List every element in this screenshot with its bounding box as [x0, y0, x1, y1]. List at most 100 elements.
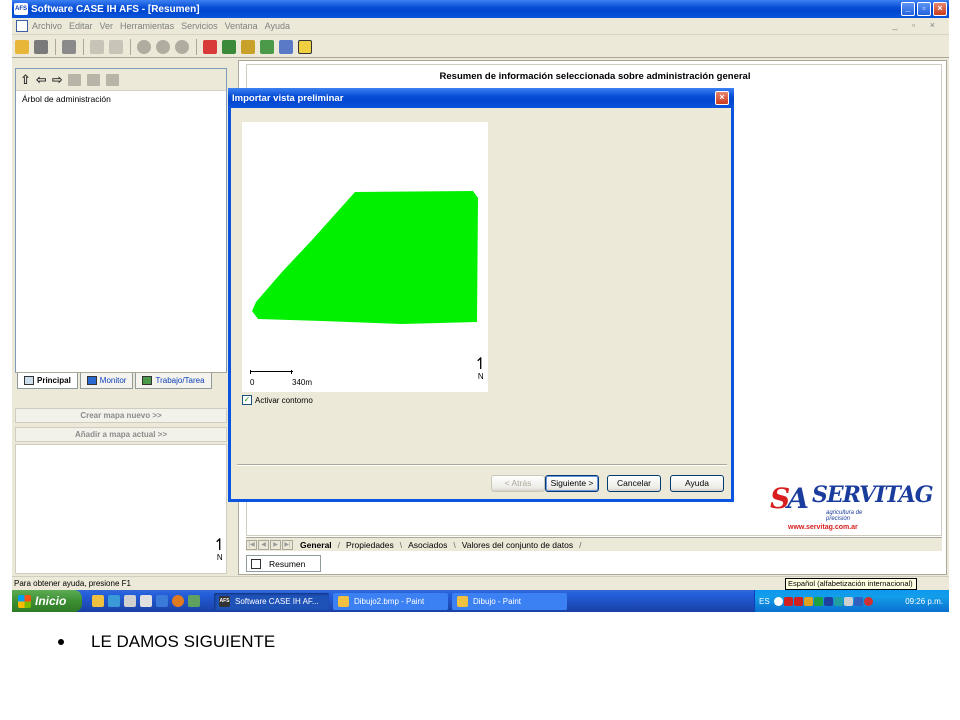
sync-tray-icon[interactable] [833, 596, 843, 606]
maximize-button[interactable]: ▫ [917, 2, 931, 16]
task-label: Dibujo - Paint [473, 596, 522, 606]
tab-asociados[interactable]: Asociados [402, 540, 453, 550]
volume-tray-icon[interactable] [843, 596, 853, 606]
window-icon[interactable] [124, 595, 136, 607]
monitor-tray-icon[interactable] [823, 596, 833, 606]
menu-herramientas[interactable]: Herramientas [120, 21, 174, 31]
browser-icon[interactable] [156, 595, 168, 607]
network-icon[interactable] [105, 73, 119, 86]
cancel-button[interactable]: Cancelar [607, 475, 661, 492]
tab-general[interactable]: General [294, 540, 338, 550]
tab-principal[interactable]: Principal [17, 373, 78, 389]
slide-caption: LE DAMOS SIGUIENTE [58, 632, 275, 652]
logo-tagline: agricultura de precisión [826, 510, 863, 522]
menu-ventana[interactable]: Ventana [225, 21, 258, 31]
tab-monitor[interactable]: Monitor [79, 373, 134, 389]
app-icon[interactable] [188, 595, 200, 607]
summary-title: Resumen de información seleccionada sobr… [439, 71, 751, 82]
pdf-tray-icon[interactable] [783, 596, 793, 606]
scale-distance: 340m [292, 378, 313, 387]
mdi-window-controls[interactable]: _ ▫ × [893, 20, 941, 30]
print-icon[interactable] [62, 39, 76, 54]
folder-icon[interactable] [92, 595, 104, 607]
task-paint-dibujo2[interactable]: Dibujo2.bmp - Paint [333, 592, 448, 610]
tab-propiedades[interactable]: Propiedades [340, 540, 400, 550]
language-indicator[interactable]: ES [759, 597, 770, 606]
usb-tray-icon[interactable] [853, 596, 863, 606]
arrow-up-icon[interactable]: ⇧ [20, 73, 31, 86]
menu-editar[interactable]: Editar [69, 21, 93, 31]
tractor-icon[interactable] [260, 39, 274, 54]
tree-root-item[interactable]: Árbol de administración [16, 91, 226, 107]
help-tray-icon[interactable] [773, 596, 783, 606]
dialog-separator [237, 464, 727, 466]
start-button[interactable]: Inicio [12, 590, 82, 612]
menu-ver[interactable]: Ver [100, 21, 114, 31]
help-button[interactable]: Ayuda [670, 475, 724, 492]
page-icon[interactable] [90, 39, 104, 54]
tab-label: Principal [37, 376, 71, 385]
logo-website: www.servitag.com.ar [788, 524, 858, 531]
minimize-button[interactable]: _ [901, 2, 915, 16]
open-folder-icon[interactable] [15, 39, 29, 54]
last-tab-icon[interactable]: ▶| [282, 539, 293, 550]
arrow-right-icon[interactable]: ⇨ [52, 73, 63, 86]
tractor-icon [142, 376, 153, 385]
tree-icon [24, 376, 34, 385]
firefox-icon[interactable] [172, 595, 184, 607]
tag-icon[interactable] [34, 39, 48, 54]
bar-chart-icon[interactable] [109, 39, 123, 54]
add-to-map-button[interactable]: Añadir a mapa actual >> [15, 427, 227, 442]
monitor-icon [86, 376, 97, 385]
afs-icon[interactable] [140, 595, 152, 607]
task-paint-dibujo[interactable]: Dibujo - Paint [452, 592, 567, 610]
properties-icon[interactable] [86, 73, 100, 86]
vehicle-icon[interactable] [241, 39, 255, 54]
shield-tray-icon[interactable] [803, 596, 813, 606]
menu-archivo[interactable]: Archivo [32, 21, 62, 31]
desktop-icon[interactable] [108, 595, 120, 607]
report-icon[interactable] [279, 39, 293, 54]
grid-icon[interactable] [67, 73, 81, 86]
first-tab-icon[interactable]: |◀ [246, 539, 257, 550]
next-tab-icon[interactable]: ▶ [270, 539, 281, 550]
map-green-icon[interactable] [222, 39, 236, 54]
task-afs[interactable]: AFS Software CASE IH AF... [214, 592, 329, 610]
outline-checkbox[interactable]: ✓ [242, 395, 252, 405]
toolbar-separator [55, 38, 56, 55]
admin-tree-panel: ⇧ ⇦ ⇨ Árbol de administración [15, 68, 227, 390]
next-button[interactable]: Siguiente > [545, 475, 599, 492]
create-map-button[interactable]: Crear mapa nuevo >> [15, 408, 227, 423]
field-polygon [252, 191, 478, 324]
document-icon [251, 558, 261, 569]
tab-valores[interactable]: Valores del conjunto de datos [456, 540, 579, 550]
north-arrow-icon: ↿ [213, 535, 227, 554]
pdf-tray-icon[interactable] [793, 596, 803, 606]
quick-launch [92, 595, 200, 607]
window-title-bar[interactable]: AFS Software CASE IH AFS - [Resumen] _ ▫… [12, 0, 949, 18]
north-label: N [477, 372, 484, 381]
windows-logo-icon [18, 594, 31, 608]
arrow-left-icon[interactable]: ⇦ [36, 73, 47, 86]
tab-resumen[interactable]: Resumen [246, 555, 321, 572]
antivirus-tray-icon[interactable] [863, 596, 873, 606]
network-tray-icon[interactable] [813, 596, 823, 606]
outline-checkbox-row[interactable]: ✓ Activar contorno [242, 395, 313, 405]
map-red-icon[interactable] [203, 39, 217, 54]
layer-icon[interactable] [137, 39, 151, 54]
help-icon[interactable] [298, 39, 312, 54]
prev-tab-icon[interactable]: ◀ [258, 539, 269, 550]
close-button[interactable]: × [933, 2, 947, 16]
clock[interactable]: 09:26 p.m. [905, 597, 943, 606]
afs-app-icon: AFS [14, 3, 28, 15]
north-arrow: ↿ N [213, 535, 227, 563]
layer-alt-icon[interactable] [156, 39, 170, 54]
tab-trabajo-tarea[interactable]: Trabajo/Tarea [135, 373, 212, 389]
settings-icon[interactable] [175, 39, 189, 54]
dialog-close-button[interactable]: × [715, 91, 729, 105]
menu-servicios[interactable]: Servicios [181, 21, 218, 31]
back-button[interactable]: < Atrás [491, 475, 545, 492]
menu-ayuda[interactable]: Ayuda [265, 21, 290, 31]
document-icon[interactable] [16, 20, 28, 32]
dialog-title-bar[interactable]: Importar vista preliminar [228, 88, 734, 108]
